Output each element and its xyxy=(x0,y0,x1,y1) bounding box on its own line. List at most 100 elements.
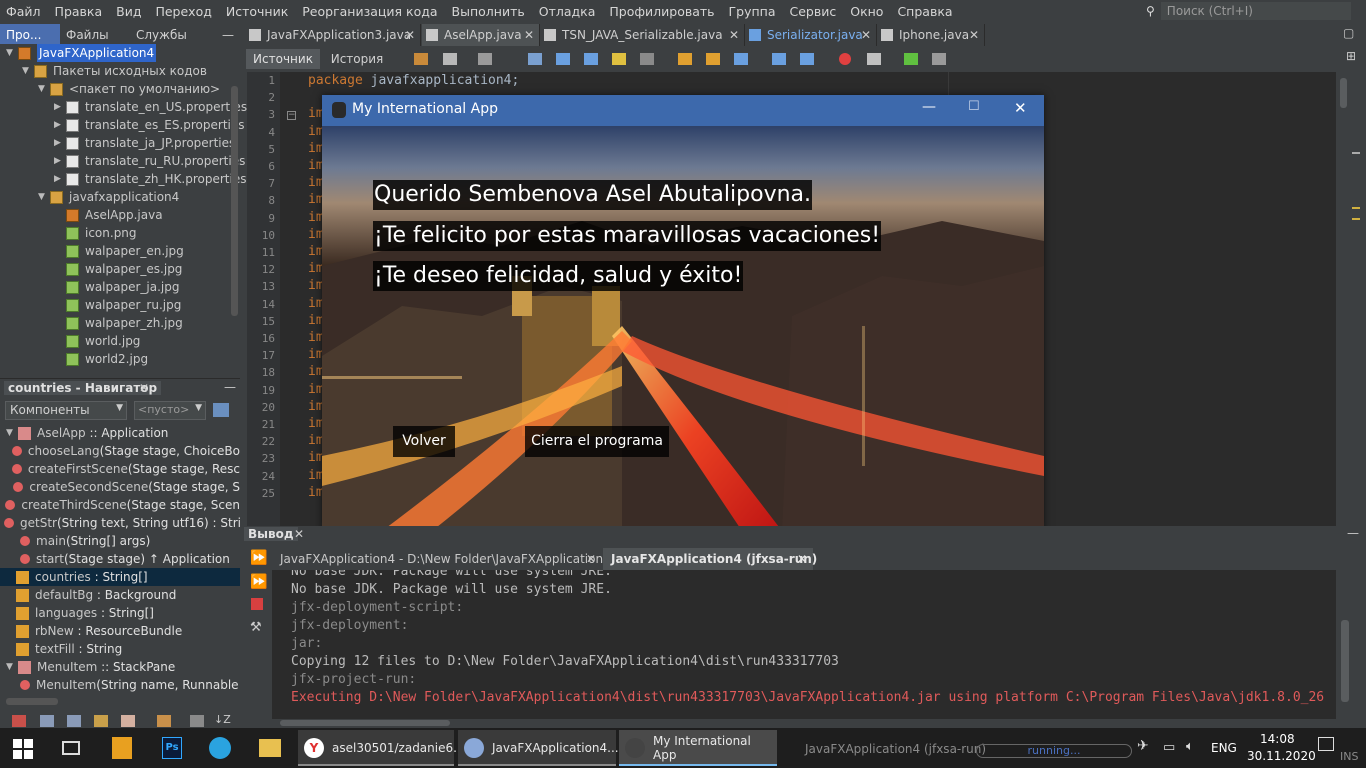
tree-item[interactable]: world2.jpg xyxy=(54,350,148,368)
exit-button[interactable]: Cierra el programa xyxy=(525,426,669,457)
menu-item[interactable]: Реорганизация кода xyxy=(296,4,445,19)
navigator-item[interactable]: ▼ AselApp :: Application xyxy=(0,424,240,442)
tree-scrollbar[interactable] xyxy=(231,86,238,316)
find-icon[interactable] xyxy=(528,53,542,65)
expand-right-icon[interactable]: ▶ xyxy=(54,152,66,170)
editor-scrollbar[interactable] xyxy=(1340,78,1347,108)
expand-down-icon[interactable]: ▼ xyxy=(22,62,34,80)
fields-icon[interactable] xyxy=(40,715,54,727)
rerun-with-args-icon[interactable]: ⏩ xyxy=(250,574,267,590)
last-edit-icon[interactable] xyxy=(414,53,428,65)
shift-right-icon[interactable] xyxy=(800,53,814,65)
output-console[interactable]: No base JDK. Package will use system JRE… xyxy=(272,570,1336,726)
editor-tab[interactable]: TSN_JAVA_Serializable.java ✕ xyxy=(540,24,745,46)
tab-services[interactable]: Службы xyxy=(130,24,200,46)
navigator-item[interactable]: createThirdScene (Stage stage, Scen xyxy=(0,496,240,514)
tab-history[interactable]: История xyxy=(322,49,392,69)
back-icon[interactable] xyxy=(443,53,457,65)
tab-files[interactable]: Файлы xyxy=(60,24,130,46)
expand-right-icon[interactable]: ▶ xyxy=(54,134,66,152)
filter-icon[interactable] xyxy=(213,403,229,417)
expand-down-icon[interactable]: ▼ xyxy=(6,658,18,676)
navigator-item[interactable]: chooseLang (Stage stage, ChoiceBo xyxy=(0,442,240,460)
navigator-item[interactable]: getStr (String text, String utf16) : Stri… xyxy=(0,514,240,532)
comment-icon[interactable] xyxy=(904,53,918,65)
menu-item[interactable]: Выполнить xyxy=(446,4,533,19)
settings-icon[interactable]: ⚒ xyxy=(250,620,262,635)
close-icon[interactable]: ✕ xyxy=(586,548,596,570)
navigator-filter2-select[interactable]: <пусто> ▼ xyxy=(134,401,206,420)
lock-icon[interactable] xyxy=(94,715,108,727)
split-icon[interactable]: ⊞ xyxy=(1346,49,1356,63)
tree-item[interactable]: walpaper_zh.jpg xyxy=(54,314,183,332)
minimize-icon[interactable]: — xyxy=(200,24,240,46)
menu-item[interactable]: Справка xyxy=(891,4,960,19)
close-icon[interactable]: ✕ xyxy=(797,548,807,570)
taskbar-app[interactable]: JavaFXApplication4... xyxy=(458,730,619,766)
navigator-item[interactable]: defaultBg : Background xyxy=(0,586,240,604)
photoshop-icon[interactable]: Ps xyxy=(162,737,182,759)
search-input[interactable]: Поиск (Ctrl+I) xyxy=(1160,2,1351,20)
menu-item[interactable]: Вид xyxy=(110,4,149,19)
menu-item[interactable]: Сервис xyxy=(784,4,845,19)
fold-icon[interactable]: − xyxy=(287,111,296,120)
find-next-icon[interactable] xyxy=(584,53,598,65)
inherited-icon[interactable] xyxy=(121,715,135,727)
battery-icon[interactable]: ▭ xyxy=(1163,740,1175,755)
tree-item[interactable]: ▼ <пакет по умолчанию> xyxy=(38,80,220,98)
editor-tab[interactable]: Serializator.java ✕ xyxy=(745,24,877,46)
previous-bookmark-icon[interactable] xyxy=(678,53,692,65)
task-view-icon[interactable] xyxy=(62,741,80,755)
tree-item[interactable]: ▶ translate_en_US.properties xyxy=(54,98,247,116)
accessibility-icon[interactable]: ✈ xyxy=(1137,738,1149,754)
tree-item[interactable]: walpaper_ja.jpg xyxy=(54,278,179,296)
editor-tab[interactable]: AselApp.java ✕ xyxy=(422,24,540,46)
tab-source[interactable]: Источник xyxy=(246,49,320,69)
clock-time[interactable]: 14:08 xyxy=(1260,732,1295,746)
navigator-item[interactable]: ▼ MenuItem :: StackPane xyxy=(0,658,240,676)
toggle-bookmark-icon[interactable] xyxy=(734,53,748,65)
tab-list-icon[interactable]: ▢ xyxy=(1343,26,1354,40)
close-icon[interactable]: ✕ xyxy=(729,24,739,46)
output-tab[interactable]: JavaFXApplication4 (jfxsa-run) ✕ xyxy=(603,548,817,570)
notifications-icon[interactable] xyxy=(1318,737,1334,751)
shift-left-icon[interactable] xyxy=(772,53,786,65)
menu-item[interactable]: Профилировать xyxy=(603,4,722,19)
tree-item[interactable]: ▶ translate_zh_HK.properties xyxy=(54,170,246,188)
expand-right-icon[interactable]: ▶ xyxy=(54,170,66,188)
navigator-item[interactable]: MenuItem (String name, Runnable xyxy=(0,676,240,694)
tree-item[interactable]: ▶ translate_es_ES.properties xyxy=(54,116,245,134)
stop-macro-icon[interactable] xyxy=(867,53,881,65)
next-bookmark-icon[interactable] xyxy=(706,53,720,65)
expand-right-icon[interactable]: ▶ xyxy=(54,98,66,116)
tree-item[interactable]: walpaper_es.jpg xyxy=(54,260,182,278)
minimize-button[interactable]: — xyxy=(922,99,936,115)
close-icon[interactable]: ✕ xyxy=(861,24,871,46)
tree-item[interactable]: AselApp.java xyxy=(54,206,163,224)
navigator-item[interactable]: createSecondScene (Stage stage, S xyxy=(0,478,240,496)
tree-item[interactable]: world.jpg xyxy=(54,332,140,350)
menu-item[interactable]: Файл xyxy=(0,4,49,19)
tree-item[interactable]: ▶ translate_ru_RU.properties xyxy=(54,152,245,170)
start-icon[interactable] xyxy=(13,739,33,759)
navigator-filter-select[interactable]: Компоненты ▼ xyxy=(5,401,127,420)
tree-item[interactable]: walpaper_en.jpg xyxy=(54,242,184,260)
minimize-icon[interactable]: — xyxy=(1347,526,1359,540)
output-scrollbar[interactable] xyxy=(1341,620,1349,702)
minimize-icon[interactable]: — xyxy=(224,380,236,394)
clock-date[interactable]: 30.11.2020 xyxy=(1247,749,1316,763)
package-icon[interactable] xyxy=(157,715,171,727)
menu-item[interactable]: Группа xyxy=(723,4,784,19)
class-members-icon[interactable] xyxy=(12,715,26,727)
expand-right-icon[interactable]: ▶ xyxy=(54,116,66,134)
close-icon[interactable]: ✕ xyxy=(969,24,979,46)
uncomment-icon[interactable] xyxy=(932,53,946,65)
sort-icon[interactable] xyxy=(190,715,204,727)
menu-item[interactable]: Правка xyxy=(49,4,111,19)
navigator-item[interactable]: createFirstScene (Stage stage, Resc xyxy=(0,460,240,478)
output-tab[interactable]: JavaFXApplication4 - D:\New Folder\JavaF… xyxy=(272,548,611,570)
close-button[interactable]: ✕ xyxy=(1014,99,1027,117)
close-icon[interactable]: ✕ xyxy=(139,381,149,395)
navigator-item[interactable]: start (Stage stage) ↑ Application xyxy=(0,550,240,568)
tree-item[interactable]: icon.png xyxy=(54,224,137,242)
